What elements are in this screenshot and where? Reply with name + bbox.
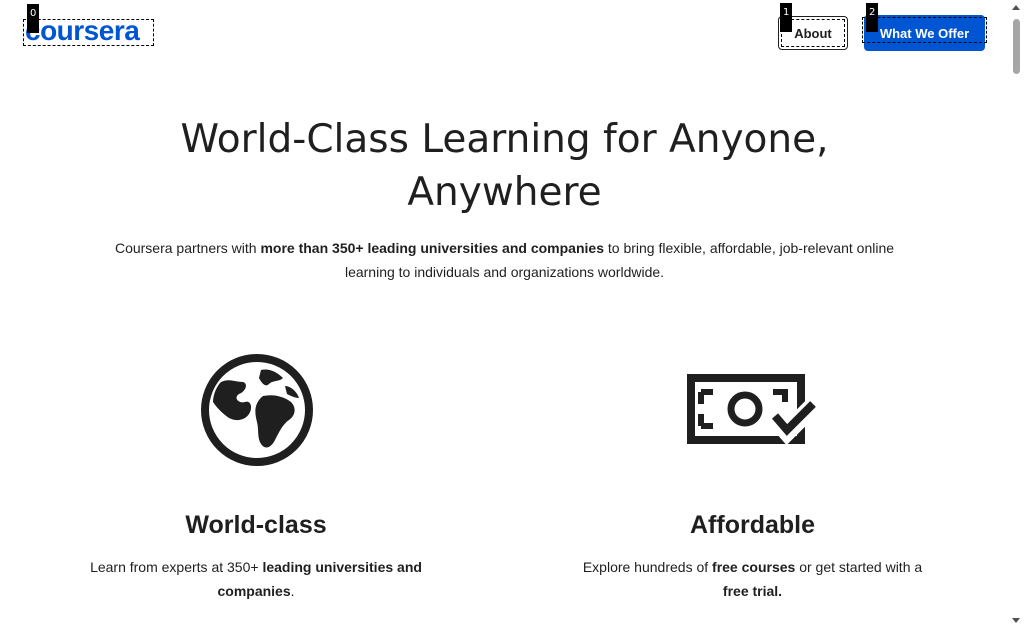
globe-icon (201, 354, 313, 466)
hero-title-line1: World-Class Learning for Anyone, (180, 117, 829, 162)
element-tag-2: 2 (866, 3, 879, 32)
about-button-label: About (794, 26, 832, 41)
hero-title: World-Class Learning for Anyone, Anywher… (0, 113, 1009, 219)
scroll-down-arrow-icon[interactable] (1012, 618, 1020, 623)
coursera-logo: coursera (25, 15, 140, 46)
feature-text-bold: free courses (712, 559, 796, 575)
feature-text-bold2: free trial. (722, 583, 783, 599)
coursera-logo-link[interactable]: coursera (23, 15, 154, 46)
feature-text-affordable: Explore hundreds of free courses or get … (562, 555, 943, 603)
page-scrollbar[interactable] (1009, 0, 1024, 629)
scrollbar-thumb[interactable] (1013, 19, 1020, 74)
feature-text-post: . (290, 583, 295, 599)
feature-title-world-class: World-class (185, 511, 327, 539)
money-check-icon (687, 374, 817, 446)
scroll-up-arrow-icon[interactable] (1012, 5, 1020, 10)
element-tag-1: 1 (780, 3, 793, 32)
feature-text-pre: Explore hundreds of (582, 559, 713, 575)
feature-title-affordable: Affordable (690, 511, 815, 539)
feature-text-mid: or get started with a (795, 559, 923, 575)
page: coursera 0 About 1 What We Offer 2 World… (0, 0, 1024, 629)
what-we-offer-button[interactable]: What We Offer (862, 15, 987, 51)
hero-sub-pre: Coursera partners with (114, 240, 261, 256)
element-tag-0: 0 (27, 4, 40, 33)
what-we-offer-button-label: What We Offer (879, 25, 970, 41)
feature-text-world-class: Learn from experts at 350+ leading unive… (70, 555, 442, 603)
hero-sub-bold: more than 350+ leading universities and … (260, 240, 604, 256)
hero-title-line2: Anywhere (407, 170, 602, 215)
hero-subtitle: Coursera partners with more than 350+ le… (100, 236, 909, 284)
feature-text-pre: Learn from experts at 350+ (90, 559, 263, 575)
